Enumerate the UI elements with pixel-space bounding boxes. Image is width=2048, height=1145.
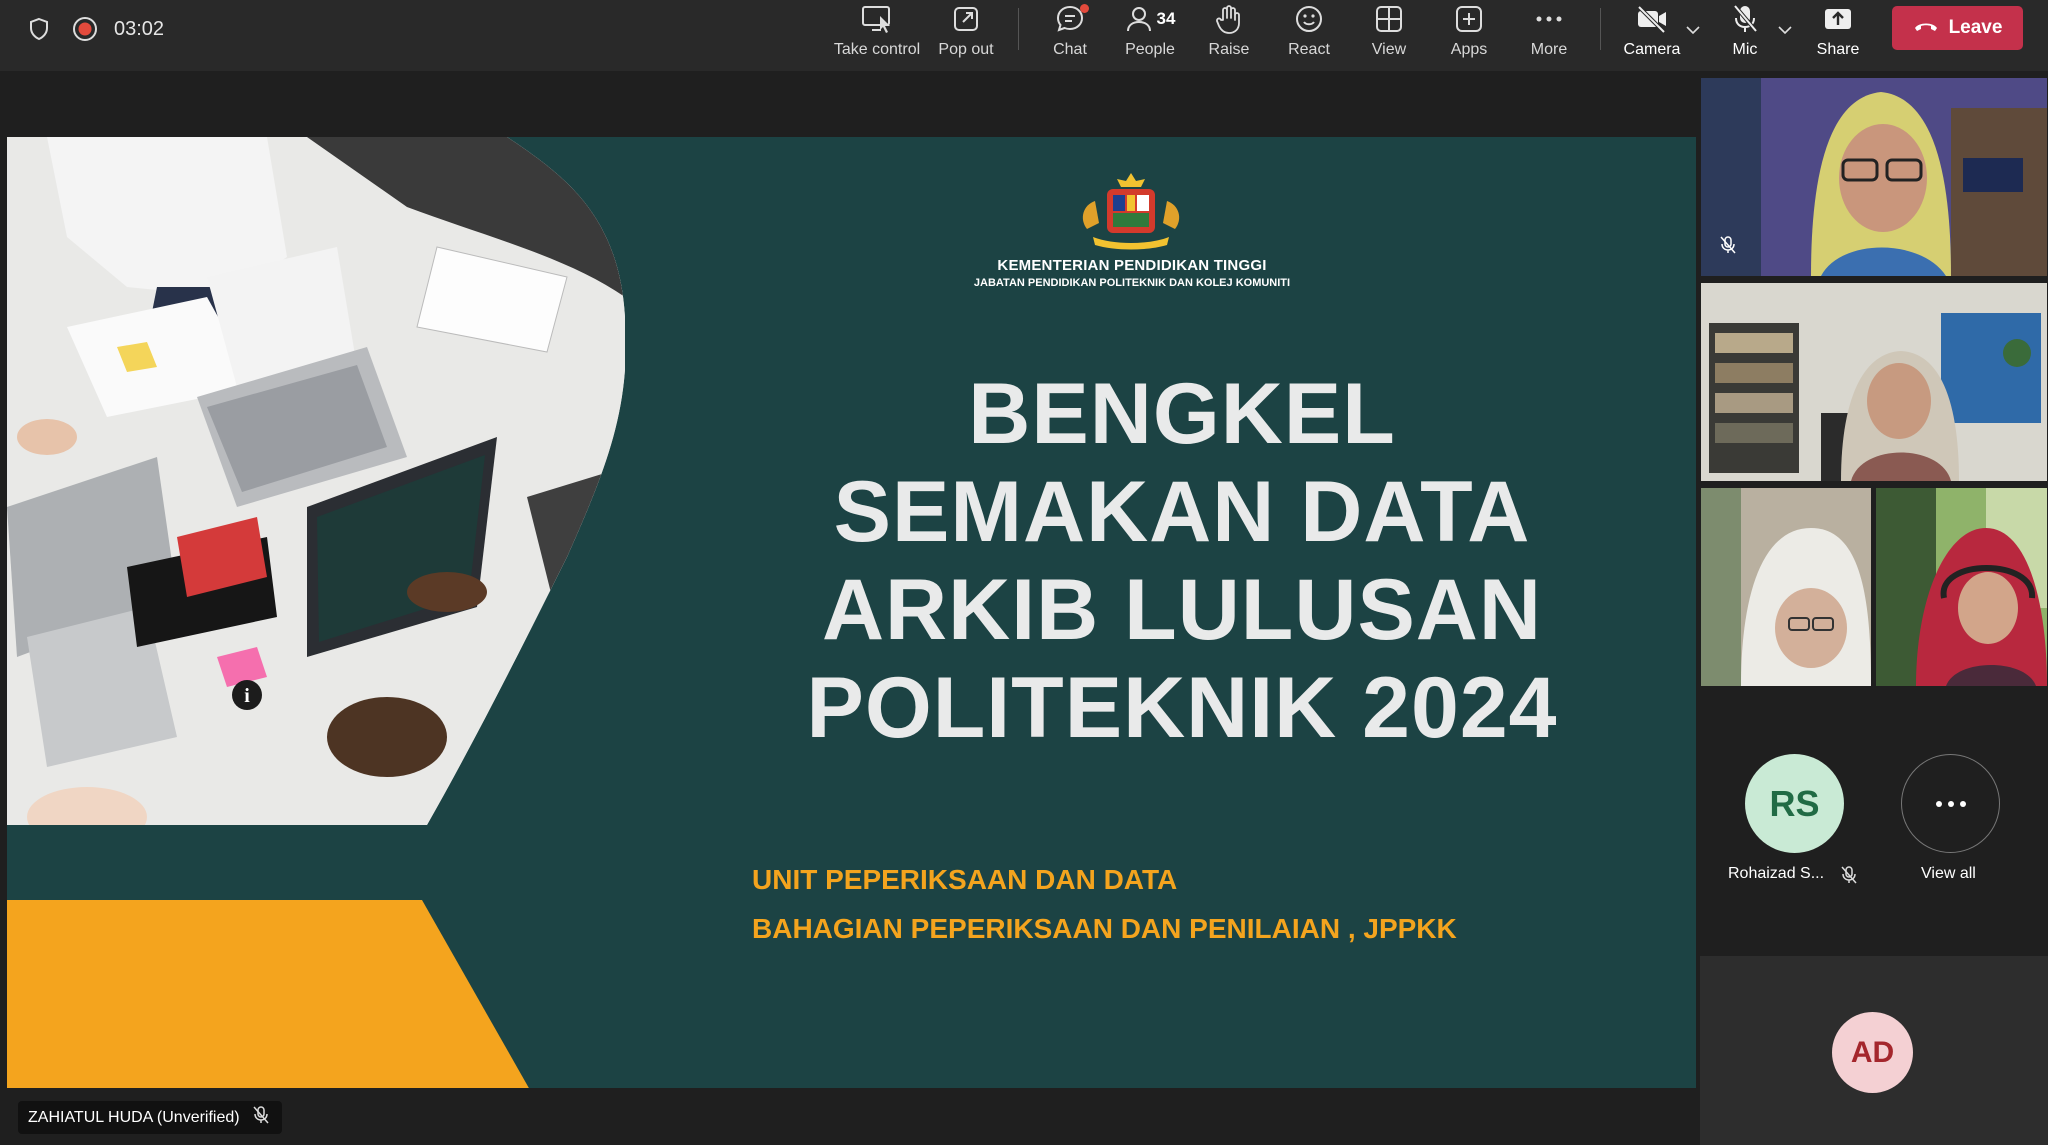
raise-hand-button[interactable]: Raise [1189,0,1269,71]
share-label: Share [1816,41,1860,58]
participant-video [1701,78,2047,276]
more-button[interactable]: More [1509,0,1589,71]
smiley-icon [1293,2,1325,36]
slide-title-line: ARKIB LULUSAN [821,562,1543,658]
toolbar-divider [1600,8,1601,50]
view-button[interactable]: View [1349,0,1429,71]
participant-video-tile[interactable] [1701,488,1871,686]
raise-label: Raise [1208,41,1250,58]
hang-up-icon [1913,17,1939,39]
mic-button[interactable]: Mic [1705,0,1785,71]
chat-button[interactable]: Chat [1030,0,1110,71]
share-screen-icon [1822,2,1854,36]
people-count: 34 [1156,9,1176,28]
view-all-button[interactable] [1901,754,2000,853]
svg-text:i: i [244,685,250,707]
slide-subtitle-division: BAHAGIAN PEPERIKSAAN DAN PENILAIAN , JPP… [752,913,1457,944]
view-all-label: View all [1921,865,1976,882]
participant-name: Rohaizad S... [1728,865,1825,882]
view-label: View [1371,41,1407,58]
mic-off-icon [1730,2,1760,36]
camera-label: Camera [1623,41,1681,58]
people-button[interactable]: 34 People [1108,0,1192,71]
add-app-icon [1454,2,1484,36]
chat-icon [1054,2,1089,36]
take-control-label: Take control [833,41,921,58]
participant-video-tile[interactable] [1701,78,2047,276]
slide-title: BENGKEL SEMAKAN DATA ARKIB LULUSAN POLIT… [742,365,1622,757]
more-label: More [1530,41,1568,58]
participant-video [1701,488,1871,686]
mic-label: Mic [1732,41,1758,58]
participant-avatar-rs[interactable]: RS [1745,754,1844,853]
hand-icon [1214,2,1244,36]
participant-video-tile[interactable] [1876,488,2047,686]
unread-dot [1080,4,1089,13]
leave-button[interactable]: Leave [1892,6,2023,50]
pop-out-icon [951,2,981,36]
grid-view-icon [1374,2,1404,36]
participant-video [1701,283,2047,481]
mic-muted-icon [1840,865,1858,890]
react-label: React [1288,41,1330,58]
slide-subtitle-unit: UNIT PEPERIKSAAN DAN DATA [752,864,1178,895]
ministry-name: KEMENTERIAN PENDIDIKAN TINGGI [997,257,1267,274]
leave-label: Leave [1948,17,2003,38]
react-button[interactable]: React [1269,0,1349,71]
active-speaker-video-tile[interactable] [1701,283,2047,481]
take-control-button[interactable]: Take control [833,0,921,71]
presenter-name: ZAHIATUL HUDA (Unverified) [28,1108,240,1126]
meeting-timer: 03:02 [114,17,165,40]
people-icon: 34 [1125,2,1176,36]
shared-screen: i KEMENTERIAN PENDIDIKAN TINGGI JABATAN … [7,137,1696,1088]
pop-out-button[interactable]: Pop out [926,0,1006,71]
presenter-name-tag: ZAHIATUL HUDA (Unverified) [18,1101,282,1134]
camera-button[interactable]: Camera [1612,0,1692,71]
slide-title-line: BENGKEL [968,366,1396,462]
take-control-icon [860,2,894,36]
national-emblem-logo [1082,173,1180,250]
mic-options-chevron-icon[interactable] [1774,20,1796,40]
slide-title-line: POLITEKNIK 2024 [806,660,1558,756]
camera-options-chevron-icon[interactable] [1682,20,1704,40]
mic-muted-icon [252,1105,270,1130]
toolbar-divider [1018,8,1019,50]
apps-button[interactable]: Apps [1429,0,1509,71]
orange-accent-shape [7,900,529,1088]
meeting-toolbar: 03:02 Take control Pop out Chat 34 Peopl… [0,0,2048,71]
mic-muted-icon [1719,235,1737,260]
participant-video [1876,488,2047,686]
chat-label: Chat [1053,41,1087,58]
office-workspace-photo: i [7,137,625,825]
shield-icon[interactable] [28,0,50,58]
pop-out-label: Pop out [938,41,994,58]
recording-icon [72,0,98,58]
participant-avatar-ad: AD [1832,1012,1913,1093]
slide-title-line: SEMAKAN DATA [833,464,1531,560]
people-label: People [1125,41,1175,58]
more-dots-icon [1934,795,1968,813]
camera-off-icon [1635,2,1669,36]
share-button[interactable]: Share [1798,0,1878,71]
department-name: JABATAN PENDIDIKAN POLITEKNIK DAN KOLEJ … [973,277,1291,289]
more-dots-icon [1534,2,1564,36]
apps-label: Apps [1450,41,1488,58]
ministry-header: KEMENTERIAN PENDIDIKAN TINGGI JABATAN PE… [942,257,1322,289]
